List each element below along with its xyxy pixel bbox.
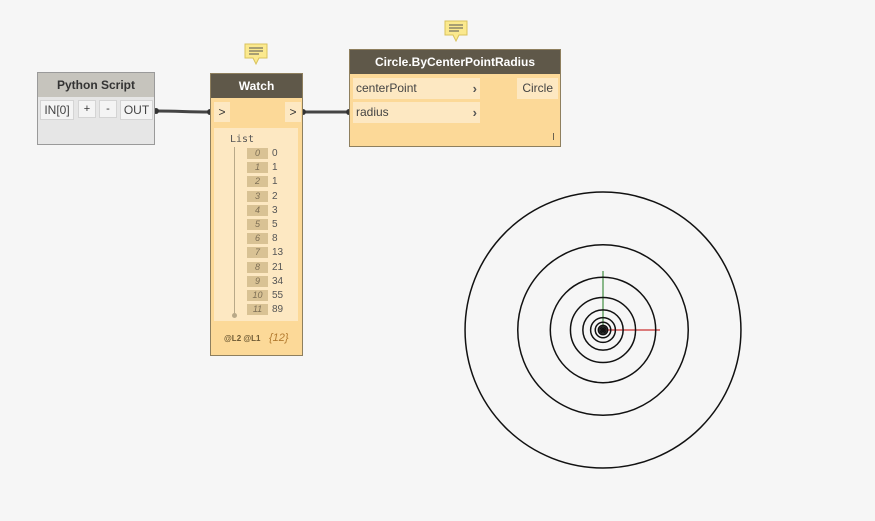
list-item-index: 10	[247, 290, 268, 301]
list-tree-line	[234, 147, 235, 315]
watch-output-port[interactable]: >	[285, 102, 301, 122]
watch-node[interactable]: Watch > > List 0 0 1 1 2 1 3 2 4 3 5 5 6 8 7 13 8 21 9 34 10…	[210, 73, 303, 356]
list-item: 9 34	[247, 275, 283, 288]
list-item-value: 89	[272, 304, 284, 316]
list-item-value: 1	[272, 162, 278, 174]
circle-by-center-point-radius-node[interactable]: Circle.ByCenterPointRadius centerPoint ›…	[349, 49, 561, 147]
list-item-index: 11	[247, 304, 268, 316]
watch-input-port[interactable]: >	[214, 102, 230, 122]
remove-input-button[interactable]: -	[99, 100, 117, 118]
python-script-node[interactable]: Python Script IN[0] + - OUT	[37, 72, 155, 145]
list-item: 21	[247, 176, 278, 188]
output-port-circle[interactable]: Circle	[517, 78, 558, 99]
list-item-index: 7	[247, 247, 268, 259]
list-item-value: 5	[272, 219, 278, 230]
input-port-radius[interactable]: radius ›	[353, 102, 480, 123]
port-label: radius	[356, 105, 389, 119]
list-tree-dot	[232, 313, 237, 318]
list-item-value: 34	[272, 275, 284, 287]
list-item: 11 89	[247, 304, 283, 316]
chevron-right-icon: ›	[472, 105, 477, 120]
list-item: 68	[247, 233, 278, 245]
input-port-in0[interactable]: IN[0]	[40, 100, 74, 120]
list-item-index: 6	[247, 233, 268, 245]
node-title[interactable]: Python Script	[38, 73, 154, 97]
list-item-index: 4	[247, 204, 268, 216]
add-input-button[interactable]: +	[78, 100, 96, 118]
list-item: 32	[247, 190, 278, 203]
lacing-indicator[interactable]	[553, 133, 554, 140]
list-item-index: 0	[247, 148, 268, 159]
list-item: 8 21	[247, 261, 283, 274]
list-item-value: 21	[272, 261, 284, 273]
list-item: 43	[247, 204, 278, 217]
list-item-value: 1	[272, 176, 278, 188]
list-item-index: 9	[247, 275, 268, 287]
list-item: 00	[247, 148, 278, 160]
wire-python-watch[interactable]	[155, 109, 211, 114]
list-item-index: 2	[247, 176, 268, 188]
list-item-value: 8	[272, 233, 278, 245]
watch-preview: List 0 0 1 1 2 1 3 2 4 3 5 5 6 8 7 13 8 21 9 34 10 55 11 89	[214, 128, 298, 321]
chevron-right-icon: ›	[472, 81, 477, 96]
input-port-centerpoint[interactable]: centerPoint ›	[353, 78, 480, 99]
list-item-index: 5	[247, 219, 268, 230]
node-title[interactable]: Circle.ByCenterPointRadius	[350, 50, 560, 74]
note-icon[interactable]	[243, 43, 269, 65]
list-item: 7 13	[247, 247, 283, 259]
list-item: 10 55	[247, 290, 283, 302]
list-label: List	[230, 134, 255, 145]
list-levels[interactable]: @L2 @L1	[224, 334, 261, 343]
list-item-index: 3	[247, 190, 268, 202]
node-title[interactable]: Watch	[211, 74, 302, 98]
list-count: {12}	[269, 332, 289, 344]
list-item-index: 8	[247, 261, 268, 273]
list-item-value: 0	[272, 148, 278, 159]
list-item: 55	[247, 219, 278, 231]
list-item-value: 3	[272, 204, 278, 216]
list-item: 11	[247, 162, 278, 174]
list-item-index: 1	[247, 162, 268, 174]
port-label: centerPoint	[356, 81, 417, 95]
list-item-value: 55	[272, 290, 284, 301]
list-item-value: 13	[272, 247, 284, 259]
output-port-out[interactable]: OUT	[120, 100, 153, 120]
list-item-value: 2	[272, 190, 278, 202]
note-icon[interactable]	[443, 20, 469, 42]
